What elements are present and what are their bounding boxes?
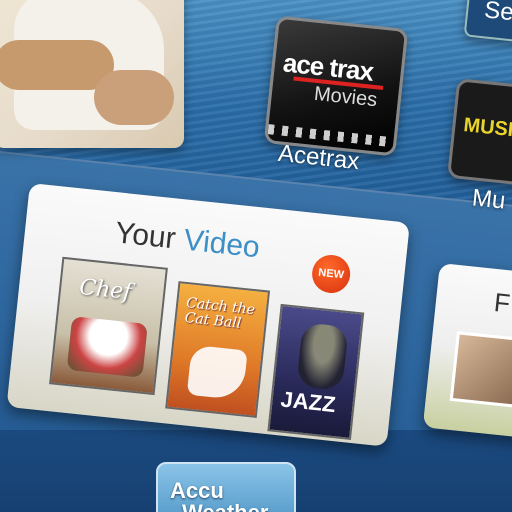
your-video-panel[interactable]: Your Video NEW Chef Catch the Cat Ball J…	[6, 183, 410, 447]
poster-title: Catch the Cat Ball	[183, 295, 256, 333]
photo-thumbnail	[449, 331, 512, 409]
poster-title: Chef	[78, 274, 133, 306]
video-poster-ball[interactable]: Catch the Cat Ball	[165, 281, 271, 418]
accuweather-label-line2: Weather	[182, 500, 268, 512]
photos-panel-label: F	[492, 286, 512, 319]
featured-person-tile[interactable]	[0, 0, 184, 148]
music-logo: MUSI	[462, 114, 512, 142]
video-poster-jazz[interactable]: JAZZ	[267, 303, 365, 440]
search-app-label: Se	[483, 0, 512, 27]
poster-title: JAZZ	[279, 386, 337, 418]
search-app-tile[interactable]: Se	[463, 0, 512, 44]
photos-panel[interactable]: F	[422, 263, 512, 440]
accuweather-app-icon[interactable]: Accu Weather	[156, 462, 296, 512]
new-badge: NEW	[310, 253, 353, 295]
music-app-icon[interactable]: MUSI	[446, 78, 512, 186]
music-label: Mu	[470, 184, 507, 215]
video-poster-chef[interactable]: Chef	[49, 256, 168, 396]
acetrax-app-icon[interactable]: ace trax Movies	[263, 15, 409, 157]
your-video-title: Your Video	[113, 216, 262, 265]
